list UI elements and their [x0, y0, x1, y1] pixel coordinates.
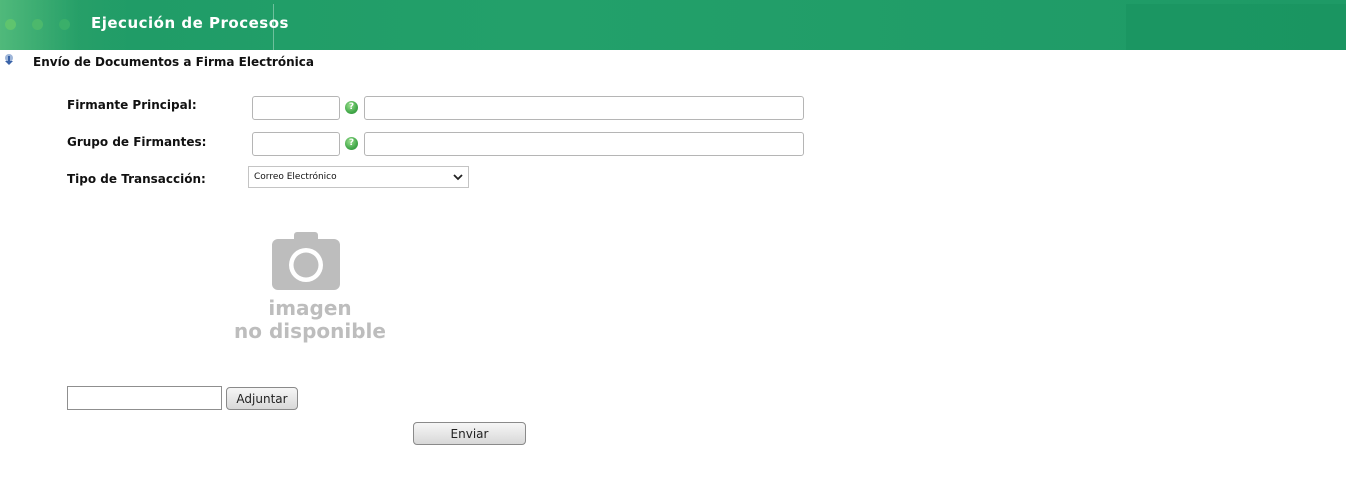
page-title: Ejecución de Procesos — [91, 14, 289, 32]
chevron-down-icon — [453, 174, 463, 181]
info-arrow-icon — [5, 54, 13, 65]
grupo-firmantes-help-icon[interactable]: ? — [345, 137, 358, 150]
placeholder-text-line1: imagen — [268, 296, 352, 320]
firmante-principal-name-input[interactable] — [364, 96, 804, 120]
header-dot-icon — [32, 19, 43, 30]
attach-button[interactable]: Adjuntar — [226, 387, 298, 410]
header-dot-icon — [59, 19, 70, 30]
camera-icon — [272, 232, 340, 290]
placeholder-text-line2: no disponible — [234, 319, 386, 343]
firmante-principal-label: Firmante Principal: — [67, 98, 197, 112]
firmante-principal-help-icon[interactable]: ? — [345, 101, 358, 114]
image-placeholder: imagen no disponible — [232, 230, 388, 350]
header-separator — [273, 4, 274, 50]
tipo-transaccion-select[interactable]: Correo Electrónico — [248, 166, 469, 188]
tipo-transaccion-label: Tipo de Transacción: — [67, 172, 206, 186]
grupo-firmantes-name-input[interactable] — [364, 132, 804, 156]
send-button[interactable]: Enviar — [413, 422, 526, 445]
header-right-block — [1126, 4, 1346, 50]
app-header: Ejecución de Procesos — [0, 0, 1346, 50]
header-dot-icon — [5, 19, 16, 30]
tipo-transaccion-selected: Correo Electrónico — [254, 172, 337, 182]
grupo-firmantes-code-input[interactable] — [252, 132, 340, 156]
file-path-input[interactable] — [67, 386, 222, 410]
grupo-firmantes-label: Grupo de Firmantes: — [67, 135, 207, 149]
section-title: Envío de Documentos a Firma Electrónica — [33, 55, 314, 69]
firmante-principal-code-input[interactable] — [252, 96, 340, 120]
